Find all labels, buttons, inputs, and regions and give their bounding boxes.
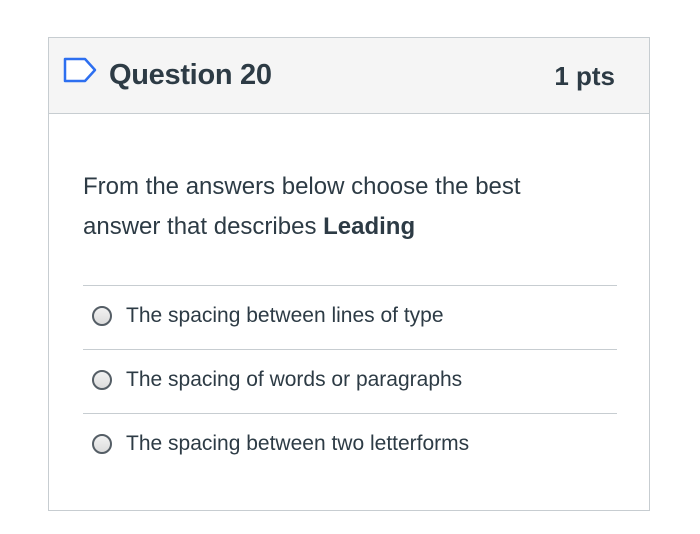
answer-option[interactable]: The spacing between lines of type	[83, 285, 617, 349]
answer-label[interactable]: The spacing between lines of type	[126, 302, 444, 330]
answer-label[interactable]: The spacing between two letterforms	[126, 430, 469, 458]
answer-option[interactable]: The spacing of words or paragraphs	[83, 349, 617, 413]
radio-button[interactable]	[92, 306, 112, 326]
question-prompt: From the answers below choose the best a…	[83, 167, 603, 247]
radio-button[interactable]	[92, 370, 112, 390]
question-header: Question 20 1 pts	[49, 38, 649, 114]
question-title: Question 20	[109, 59, 272, 91]
question-card: Question 20 1 pts From the answers below…	[48, 37, 650, 511]
question-points: 1 pts	[554, 61, 615, 91]
answer-list: The spacing between lines of type The sp…	[83, 285, 617, 477]
answer-option[interactable]: The spacing between two letterforms	[83, 413, 617, 477]
answer-label[interactable]: The spacing of words or paragraphs	[126, 366, 462, 394]
question-prompt-term: Leading	[323, 213, 416, 240]
question-prompt-text: From the answers below choose the best a…	[83, 173, 521, 240]
flag-icon[interactable]	[63, 57, 97, 83]
radio-button[interactable]	[92, 434, 112, 454]
